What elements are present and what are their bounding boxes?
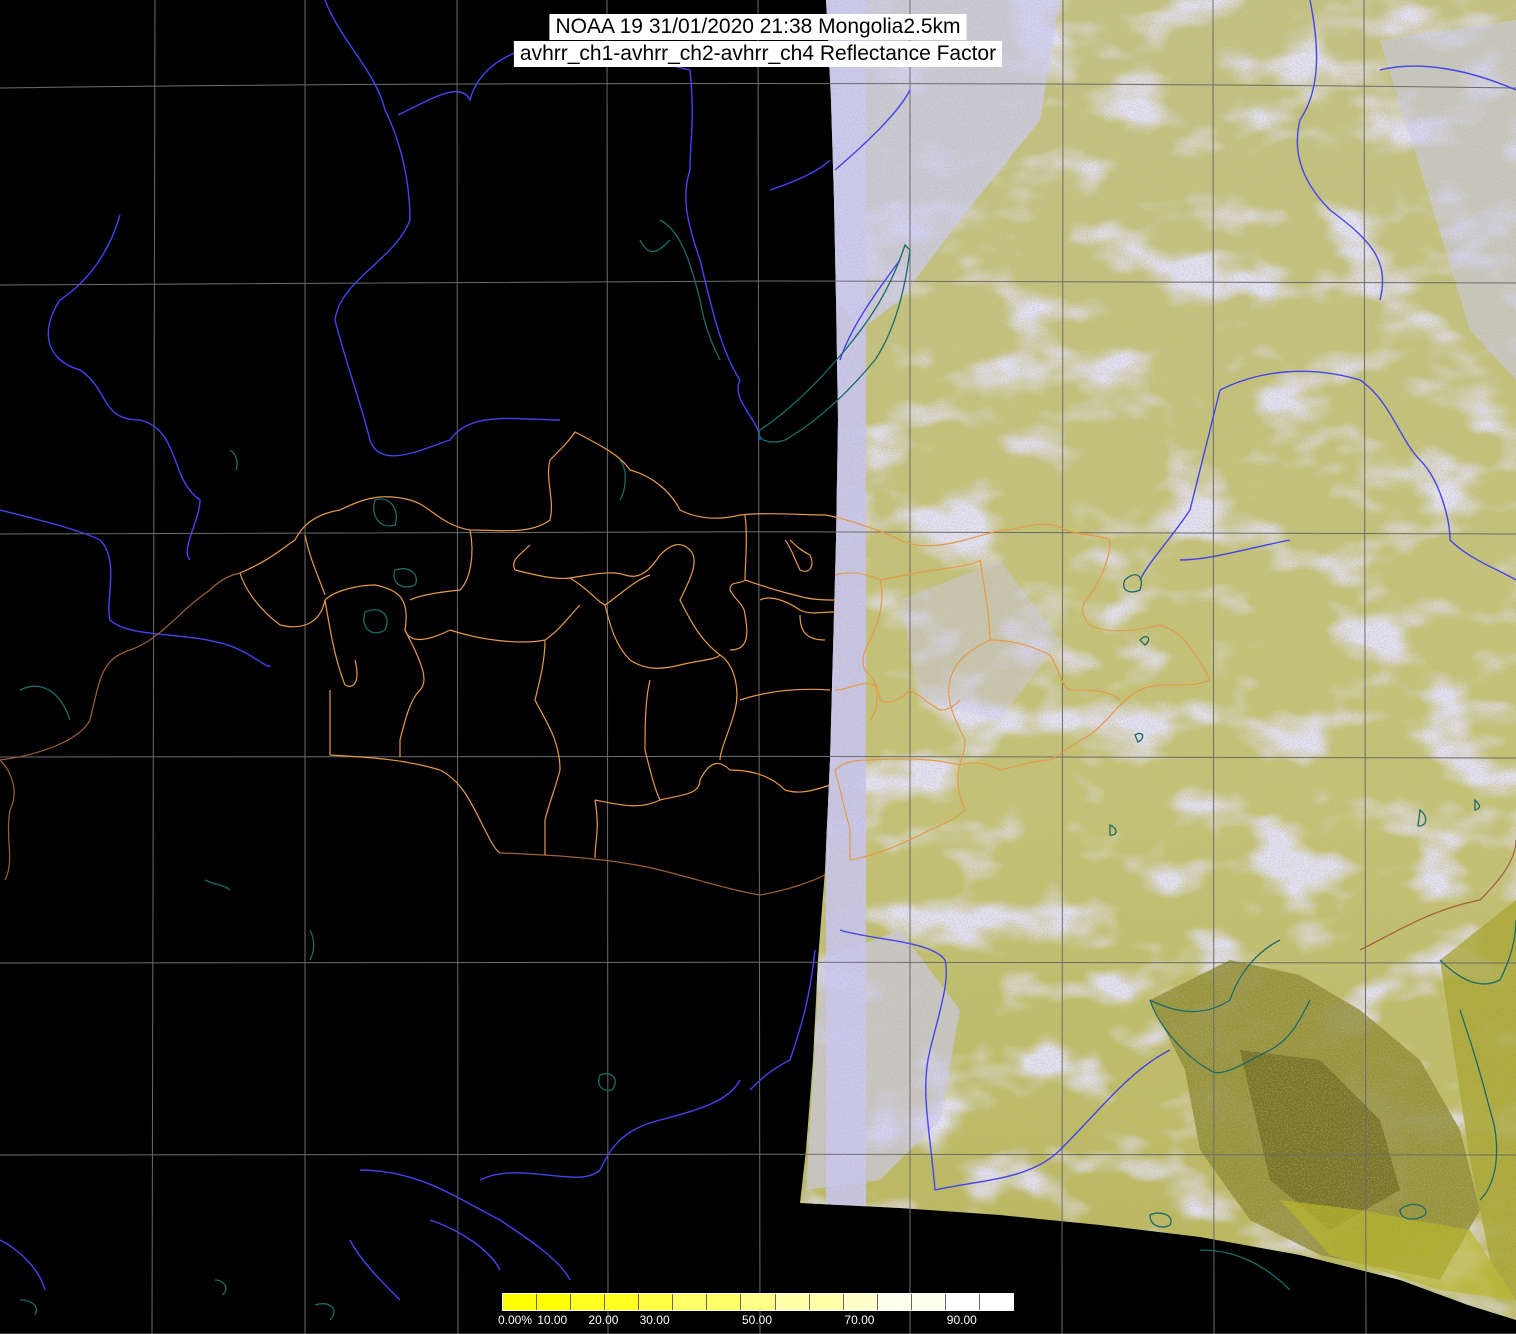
colorbar-segment [707, 1294, 742, 1310]
colorbar [502, 1293, 1014, 1311]
colorbar-tick-label: 20.00 [588, 1313, 619, 1327]
map-title: NOAA 19 31/01/2020 21:38 Mongolia2.5km [549, 14, 967, 40]
colorbar-segment [503, 1294, 538, 1310]
colorbar-segment [877, 1294, 912, 1310]
map-viewer: NOAA 19 31/01/2020 21:38 Mongolia2.5km a… [0, 0, 1516, 1334]
colorbar-tick-label: 90.00 [946, 1313, 977, 1327]
colorbar-segment [775, 1294, 810, 1310]
colorbar-segment [673, 1294, 708, 1310]
satellite-map [0, 0, 1516, 1334]
colorbar-tick-labels: 0.00% 10.00 20.00 30.00 50.00 70.00 90.00 [498, 1313, 1014, 1331]
colorbar-segment [537, 1294, 572, 1310]
map-subtitle: avhrr_ch1-avhrr_ch2-avhrr_ch4 Reflectanc… [513, 41, 1003, 67]
colorbar-segment [843, 1294, 878, 1310]
colorbar-tick-label: 10.00 [537, 1313, 568, 1327]
colorbar-tick-label: 70.00 [844, 1313, 875, 1327]
colorbar-segment [809, 1294, 844, 1310]
colorbar-segment [605, 1294, 640, 1310]
colorbar-segment [571, 1294, 606, 1310]
colorbar-segment [979, 1294, 1013, 1310]
colorbar-segment [741, 1294, 776, 1310]
colorbar-tick-label: 0.00% [498, 1313, 533, 1327]
colorbar-segment [945, 1294, 980, 1310]
colorbar-tick-label: 30.00 [639, 1313, 670, 1327]
colorbar-segment [639, 1294, 674, 1310]
satellite-swath [800, 0, 1516, 1320]
colorbar-segment [911, 1294, 946, 1310]
colorbar-tick-label: 50.00 [742, 1313, 773, 1327]
